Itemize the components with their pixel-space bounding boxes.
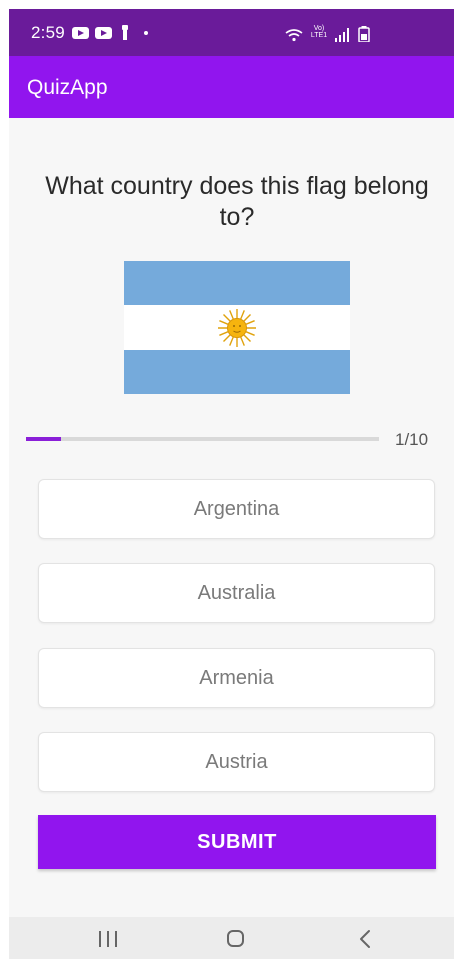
battery-saver-icon (358, 26, 370, 42)
system-navigation-bar (9, 917, 454, 959)
argentina-flag (124, 261, 350, 394)
flag-band-bottom (124, 350, 350, 394)
status-time: 2:59 (31, 23, 65, 42)
submit-button[interactable]: SUBMIT (38, 815, 436, 869)
recent-apps-icon[interactable] (99, 931, 117, 947)
question-text: What country does this flag belong to? (45, 172, 429, 231)
youtube-icon (95, 26, 112, 39)
status-notification-icons (72, 25, 148, 40)
quiz-progress-fill (26, 437, 62, 441)
youtube-icon (72, 26, 89, 39)
notification-dot-icon (144, 30, 148, 35)
flag-band-top (124, 261, 350, 305)
status-bar: 2:59 Vo) LTE1 (9, 9, 454, 56)
signal-icon (335, 28, 349, 42)
wifi-icon (285, 28, 303, 42)
network-type-label: Vo) LTE1 (310, 25, 328, 39)
status-system-icons: Vo) LTE1 (285, 22, 370, 42)
sun-of-may-icon (218, 309, 256, 347)
home-icon[interactable] (227, 930, 244, 947)
quiz-progress-bar (26, 437, 379, 441)
option-argentina[interactable]: Argentina (38, 479, 435, 539)
option-austria[interactable]: Austria (38, 732, 435, 792)
back-icon[interactable] (357, 929, 375, 949)
quiz-progress-label: 1/10 (395, 430, 429, 449)
device-screen: 2:59 Vo) LTE1 QuizApp What country does … (9, 9, 454, 959)
flashlight-icon (122, 25, 128, 40)
app-bar: QuizApp (9, 56, 454, 118)
option-australia[interactable]: Australia (38, 563, 435, 623)
option-armenia[interactable]: Armenia (38, 648, 435, 708)
app-title: QuizApp (27, 76, 108, 99)
